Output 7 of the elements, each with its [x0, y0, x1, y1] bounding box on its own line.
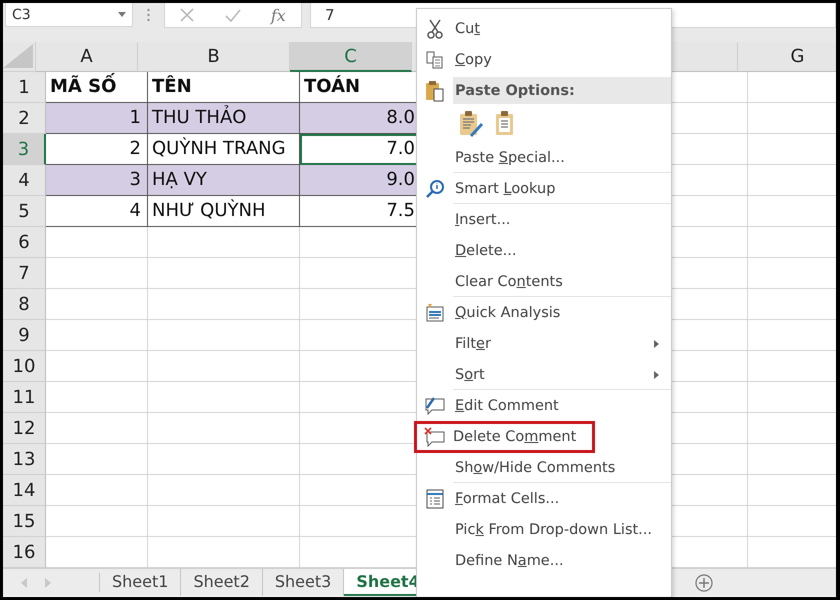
table-cell: NHƯ QUỲNH [148, 196, 300, 227]
table-cell: HẠ VY [148, 165, 300, 196]
table-cell: 4 [46, 196, 148, 227]
table-cell: THU THẢO [148, 103, 300, 134]
menu-section-header: Paste Options: [453, 77, 671, 104]
table-cell: 1 [46, 103, 148, 134]
table-cell: 3 [46, 165, 148, 196]
